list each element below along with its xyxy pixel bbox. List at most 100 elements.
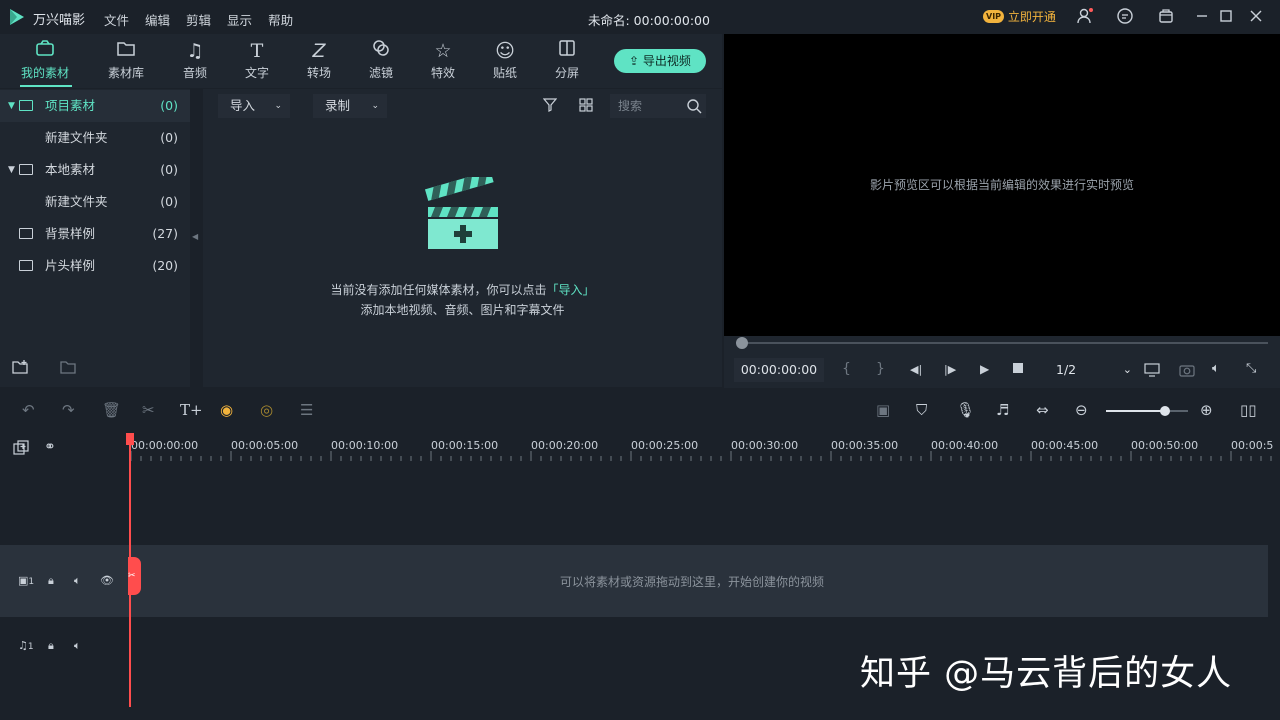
fullscreen-icon[interactable]: ⤡ [1246,361,1256,376]
store-icon[interactable] [1157,7,1175,29]
progress-track[interactable] [742,342,1268,344]
play-icon[interactable]: ▶ [980,362,989,376]
track-volume-icon[interactable]: 🔈︎ [74,574,81,588]
grid-view-icon[interactable] [579,98,593,115]
music-note-icon: ♫ [186,40,204,62]
menu-clip[interactable]: 剪辑 [186,13,211,28]
tree-item-background-samples[interactable]: 背景样例 (27) [0,218,190,250]
tab-my-media[interactable]: 我的素材 [14,38,76,81]
delete-icon[interactable]: 🗑︎ [102,401,121,419]
record-label: 录制 [325,98,351,113]
tree-item-new-folder[interactable]: 新建文件夹 (0) [0,186,190,218]
track-volume-icon[interactable]: 🔈︎ [74,639,81,653]
progress-handle[interactable] [736,337,748,349]
lock-icon[interactable]: 🔒︎ [48,639,54,653]
zoom-slider-handle[interactable] [1160,406,1171,416]
tree-count: (0) [160,194,178,209]
marker-shield-icon[interactable]: ⛉ [916,401,927,419]
vip-badge: VIP [983,10,1005,23]
export-video-button[interactable]: ⇪ 导出视频 [614,49,706,73]
text-icon: T [250,40,264,62]
snapshot-camera-icon[interactable] [1179,362,1195,381]
minimize-icon[interactable] [1193,7,1211,29]
audio-mixer-icon[interactable]: ♬ [996,401,1009,419]
tab-split-screen[interactable]: 分屏 [536,38,598,81]
tree-count: (0) [160,98,178,113]
zoom-slider-track[interactable] [1106,406,1188,416]
zoom-out-icon[interactable]: ⊖ [1075,401,1088,419]
audio-track-icon: ♫ [18,639,28,652]
search-icon[interactable] [686,98,702,122]
layout-panel-icon[interactable]: ▯▯ [1240,401,1257,419]
maximize-icon[interactable] [1217,7,1235,29]
fit-timeline-icon[interactable]: ⇔ [1036,401,1049,419]
playhead-handle[interactable] [126,433,134,445]
speed-icon[interactable]: ◎ [260,401,273,419]
split-clip-marker[interactable]: ✂ [128,557,141,595]
project-title: 未命名: 00:00:00:00 [588,13,710,28]
tab-label: 贴纸 [492,66,517,80]
audio-sync-icon[interactable]: ◉ [220,401,233,419]
tab-effects[interactable]: ☆ 特效 [412,38,474,81]
search-input[interactable]: 搜索 [610,94,706,118]
menu-view[interactable]: 显示 [227,13,252,28]
undo-icon[interactable]: ↶ [22,401,35,419]
link-icon[interactable]: ⚭ [44,439,56,455]
video-track[interactable]: 可以将素材或资源拖动到这里，开始创建你的视频 [0,545,1268,617]
microphone-icon[interactable]: 🎙︎ [956,401,975,419]
tab-sticker[interactable]: ☺ 贴纸 [474,38,536,81]
ruler-tick-label: 00:00:20:00 [531,439,599,452]
tree-item-intro-samples[interactable]: 片头样例 (20) [0,250,190,282]
import-link[interactable]: 「导入」 [547,283,595,297]
add-folder-icon[interactable] [12,359,30,378]
quality-dropdown[interactable]: 1/2 ⌄ [1046,358,1132,382]
tab-library[interactable]: 素材库 [95,38,157,81]
upload-icon: ⇪ [629,54,643,68]
step-forward-icon[interactable]: |▶ [944,363,956,376]
delete-folder-icon[interactable] [60,359,78,378]
feedback-icon[interactable] [1116,7,1134,29]
tab-transition[interactable]: Z 转场 [288,38,350,81]
cut-icon[interactable]: ✂ [142,401,155,419]
collapse-panel-icon[interactable]: ◀ [192,232,198,241]
render-preview-icon[interactable]: ▣ [876,401,890,419]
tab-audio[interactable]: ♫ 音频 [164,38,226,81]
tab-text[interactable]: T 文字 [226,38,288,81]
mark-in-icon[interactable]: { [842,361,851,377]
filter-funnel-icon[interactable] [542,98,558,115]
monitor-icon[interactable] [1144,362,1160,381]
menu-help[interactable]: 帮助 [268,13,293,28]
zoom-in-icon[interactable]: ⊕ [1200,401,1213,419]
video-track-icon: ▣ [18,574,29,587]
step-back-icon[interactable]: ◀| [910,363,922,376]
tab-filter[interactable]: 滤镜 [350,38,412,81]
empty-state-line1: 当前没有添加任何媒体素材，你可以点击「导入」 [203,281,722,298]
add-track-icon[interactable] [12,439,30,460]
track-number: 1 [28,577,35,587]
lock-icon[interactable]: 🔒︎ [48,574,54,588]
close-icon[interactable] [1247,7,1265,29]
tree-item-local-media[interactable]: ▼ 本地素材 (0) [0,154,190,186]
volume-icon[interactable]: 🔈︎ [1212,361,1220,376]
audio-track-header: ♫1 [18,639,34,652]
stop-icon[interactable] [1013,363,1023,373]
ruler-tick-label: 00:00:30:00 [731,439,799,452]
user-icon[interactable] [1076,7,1094,29]
menu-file[interactable]: 文件 [104,13,129,28]
redo-icon[interactable]: ↷ [62,401,75,419]
record-dropdown[interactable]: 录制 ⌄ [313,94,387,118]
tree-item-project-media[interactable]: ▼ 项目素材 (0) [0,90,190,122]
add-text-icon[interactable]: T+ [180,401,203,419]
clapperboard-add-icon[interactable] [424,170,501,264]
timeline-ruler[interactable]: 00:00:00:00 00:00:05:00 00:00:10:00 00:00:1… [128,433,1280,463]
eye-icon[interactable]: 👁︎ [100,574,114,587]
import-dropdown[interactable]: 导入 ⌄ [218,94,290,118]
vip-button[interactable]: VIP 立即开通 [983,8,1056,26]
adjust-sliders-icon[interactable]: ☰ [300,401,313,419]
chevron-down-icon: ⌄ [274,101,282,111]
menu-edit[interactable]: 编辑 [145,13,170,28]
ruler-tick-label: 00:00:15:00 [431,439,499,452]
chevron-down-icon: ⌄ [1122,363,1132,376]
tree-item-new-folder[interactable]: 新建文件夹 (0) [0,122,190,154]
mark-out-icon[interactable]: } [876,361,885,377]
